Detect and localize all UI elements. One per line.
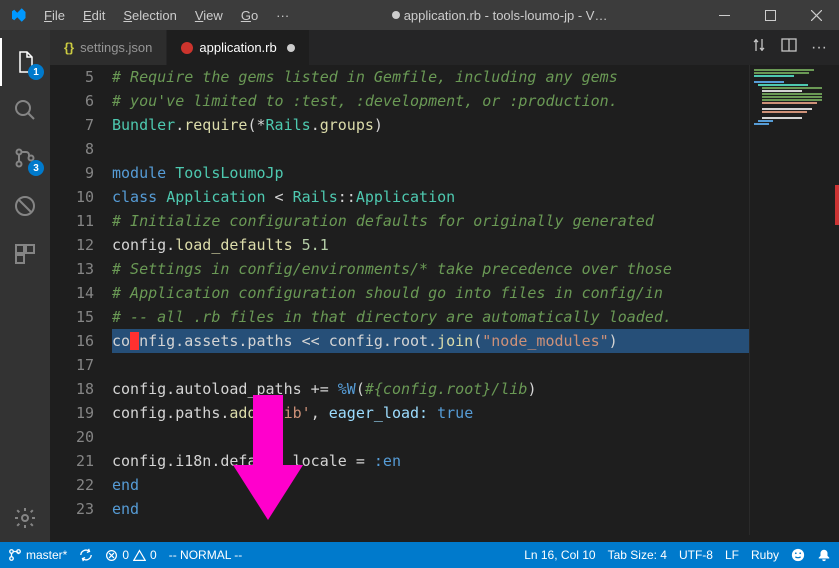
activity-extensions[interactable]	[0, 230, 50, 278]
close-button[interactable]	[793, 0, 839, 30]
code-editor[interactable]: 567891011121314151617181920212223 # Requ…	[50, 65, 839, 542]
scm-badge: 3	[28, 160, 44, 176]
ruby-icon	[181, 42, 193, 54]
status-problems[interactable]: 0 0	[105, 548, 156, 562]
line-number-gutter: 567891011121314151617181920212223	[50, 65, 112, 542]
menu-more[interactable]: ···	[267, 8, 298, 23]
title-bar: File Edit Selection View Go ··· applicat…	[0, 0, 839, 30]
tab-settings-json[interactable]: {} settings.json	[50, 30, 167, 65]
modified-indicator-icon	[287, 44, 295, 52]
more-actions-icon[interactable]: ···	[811, 39, 827, 57]
activity-explorer[interactable]: 1	[0, 38, 50, 86]
split-editor-icon[interactable]	[781, 37, 797, 58]
status-vim-mode: -- NORMAL --	[169, 548, 243, 562]
status-encoding[interactable]: UTF-8	[679, 548, 713, 562]
status-bar: master* 0 0 -- NORMAL -- Ln 16, Col 10 T…	[0, 542, 839, 568]
activity-settings[interactable]	[0, 494, 50, 542]
status-feedback-icon[interactable]	[791, 548, 805, 562]
activity-debug[interactable]	[0, 182, 50, 230]
editor-area: {} settings.json application.rb ··· 5678…	[50, 30, 839, 542]
explorer-badge: 1	[28, 64, 44, 80]
tab-bar: {} settings.json application.rb ···	[50, 30, 839, 65]
modified-dot-icon	[392, 11, 400, 19]
status-tab-size[interactable]: Tab Size: 4	[608, 548, 667, 562]
app-logo	[0, 6, 35, 24]
activity-scm[interactable]: 3	[0, 134, 50, 182]
status-cursor-position[interactable]: Ln 16, Col 10	[524, 548, 595, 562]
json-icon: {}	[64, 40, 74, 55]
menu-file[interactable]: File	[35, 8, 74, 23]
menu-bar: File Edit Selection View Go ···	[35, 8, 298, 23]
minimize-button[interactable]	[701, 0, 747, 30]
menu-selection[interactable]: Selection	[114, 8, 185, 23]
status-sync[interactable]	[79, 548, 93, 562]
tab-label: application.rb	[199, 40, 276, 55]
status-notifications-icon[interactable]	[817, 548, 831, 562]
menu-go[interactable]: Go	[232, 8, 267, 23]
window-title-text: application.rb - tools-loumo-jp - V…	[404, 8, 608, 23]
compare-changes-icon[interactable]	[751, 37, 767, 58]
tab-application-rb[interactable]: application.rb	[167, 30, 309, 65]
status-branch[interactable]: master*	[8, 548, 67, 562]
maximize-button[interactable]	[747, 0, 793, 30]
activity-search[interactable]	[0, 86, 50, 134]
status-language[interactable]: Ruby	[751, 548, 779, 562]
status-eol[interactable]: LF	[725, 548, 739, 562]
tab-label: settings.json	[80, 40, 152, 55]
menu-view[interactable]: View	[186, 8, 232, 23]
code-content[interactable]: # Require the gems listed in Gemfile, in…	[112, 65, 839, 542]
tab-actions: ···	[739, 30, 839, 65]
menu-edit[interactable]: Edit	[74, 8, 114, 23]
minimap[interactable]	[749, 65, 839, 535]
window-title: application.rb - tools-loumo-jp - V…	[298, 8, 701, 23]
activity-bar: 1 3	[0, 30, 50, 542]
window-controls	[701, 0, 839, 30]
